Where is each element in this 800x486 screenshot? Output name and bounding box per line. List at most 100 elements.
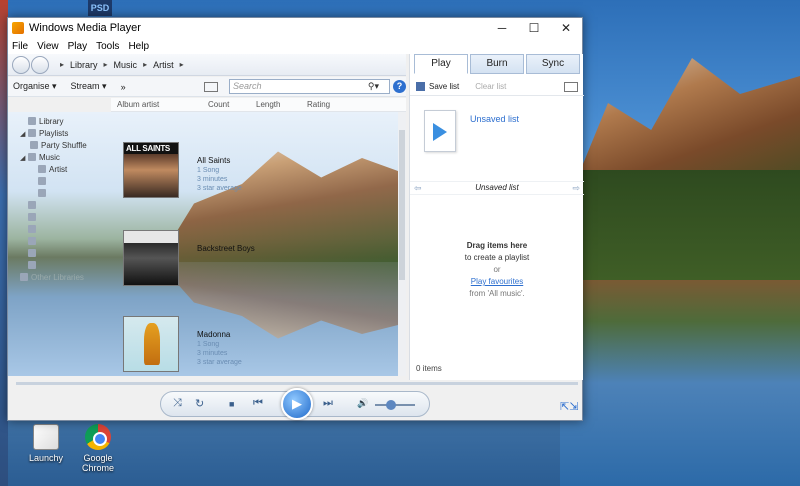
next-button[interactable]: ⏭ bbox=[323, 397, 333, 410]
tree-label: Party Shuffle bbox=[41, 141, 87, 150]
tree-item-other-media[interactable] bbox=[20, 224, 110, 236]
switch-to-now-playing-icon[interactable]: ⇱⇲ bbox=[560, 400, 578, 413]
shuffle-icon[interactable]: ⤨ bbox=[173, 397, 182, 410]
minimize-button[interactable]: ─ bbox=[486, 18, 518, 38]
volume-knob[interactable] bbox=[386, 400, 396, 410]
tree-item-playlists[interactable]: ◢ Playlists bbox=[20, 128, 110, 140]
column-count[interactable]: Count bbox=[208, 100, 229, 109]
menu-file[interactable]: File bbox=[12, 41, 28, 52]
save-icon bbox=[416, 82, 425, 91]
album-item[interactable]: Backstreet Boys bbox=[123, 230, 398, 290]
expand-arrow-icon[interactable]: ◢ bbox=[20, 129, 28, 141]
organise-button[interactable]: Organise ▾ bbox=[13, 81, 57, 92]
repeat-icon[interactable]: ↻ bbox=[195, 397, 204, 410]
album-artist: All Saints bbox=[197, 156, 231, 165]
tree-item-ratings[interactable] bbox=[20, 248, 110, 260]
vertical-scrollbar[interactable] bbox=[398, 112, 406, 376]
previous-button[interactable]: ⏮ bbox=[253, 397, 263, 410]
menu-help[interactable]: Help bbox=[128, 41, 149, 52]
arrow-right-icon[interactable]: ⇨ bbox=[572, 182, 580, 194]
column-album-artist[interactable]: Album artist bbox=[117, 100, 159, 109]
tree-item-library[interactable]: Library bbox=[20, 116, 110, 128]
view-options-icon[interactable] bbox=[204, 82, 218, 92]
maximize-button[interactable]: ☐ bbox=[518, 18, 550, 38]
desktop-icon-chrome[interactable]: Google Chrome bbox=[78, 424, 118, 473]
chevron-right-icon: ▸ bbox=[60, 60, 65, 69]
unsaved-list-title[interactable]: Unsaved list bbox=[470, 114, 519, 124]
tree-label: Playlists bbox=[39, 129, 69, 138]
seek-bar[interactable] bbox=[16, 382, 578, 385]
column-length[interactable]: Length bbox=[256, 100, 280, 109]
tree-item-party-shuffle[interactable]: Party Shuffle bbox=[20, 140, 110, 152]
chevron-right-icon[interactable]: ▸ bbox=[180, 60, 184, 69]
artist-icon bbox=[38, 165, 46, 173]
tab-play[interactable]: Play bbox=[414, 54, 468, 74]
album-cover[interactable] bbox=[123, 316, 179, 372]
breadcrumb-library[interactable]: Library bbox=[70, 60, 98, 70]
list-toolbar: Save list Clear list bbox=[410, 78, 584, 96]
menu-tools[interactable]: Tools bbox=[96, 41, 119, 52]
stream-button[interactable]: Stream ▾ bbox=[71, 81, 107, 92]
title-bar[interactable]: Windows Media Player ─ ☐ ✕ bbox=[8, 18, 582, 38]
album-cover[interactable] bbox=[123, 142, 179, 198]
list-name: Unsaved list bbox=[475, 183, 519, 192]
forward-button[interactable] bbox=[31, 55, 49, 74]
chevron-right-icon[interactable]: ▸ bbox=[104, 60, 108, 69]
album-item[interactable]: All Saints 1 Song 3 minutes 3 star avera… bbox=[123, 142, 398, 202]
items-count: 0 items bbox=[416, 364, 442, 373]
tree-item-artist[interactable]: Artist bbox=[20, 164, 110, 176]
scrollbar-thumb[interactable] bbox=[399, 130, 405, 280]
play-favourites-link[interactable]: Play favourites bbox=[410, 276, 584, 288]
menu-play[interactable]: Play bbox=[68, 41, 87, 52]
launchy-icon bbox=[33, 424, 59, 450]
photoshop-desktop-icon[interactable]: PSD bbox=[88, 0, 112, 16]
search-input[interactable]: Search ⚲▾ bbox=[229, 79, 390, 94]
tree-item-recorded-tv[interactable] bbox=[20, 236, 110, 248]
album-rating: 3 star average bbox=[197, 185, 242, 192]
tree-label: Library bbox=[39, 117, 64, 126]
tree-item-genre[interactable] bbox=[20, 188, 110, 200]
play-button[interactable]: ▶ bbox=[281, 388, 313, 420]
album-count: 1 Song bbox=[197, 167, 220, 174]
drag-hint-subtitle: to create a playlist bbox=[464, 253, 530, 262]
tree-item-music[interactable]: ◢ Music bbox=[20, 152, 110, 164]
media-player-window: Windows Media Player ─ ☐ ✕ File View Pla… bbox=[7, 17, 584, 421]
desktop-icon-launchy[interactable]: Launchy bbox=[26, 424, 66, 463]
tab-sync[interactable]: Sync bbox=[526, 54, 580, 74]
mute-button[interactable]: 🔊 bbox=[357, 398, 368, 409]
tree-item-videos[interactable] bbox=[20, 200, 110, 212]
menu-view[interactable]: View bbox=[37, 41, 59, 52]
breadcrumb-music[interactable]: Music bbox=[114, 60, 138, 70]
playlist-icon bbox=[424, 110, 456, 152]
tree-item-other-library[interactable] bbox=[20, 260, 110, 272]
tree-item-album[interactable] bbox=[20, 176, 110, 188]
pictures-icon bbox=[28, 213, 36, 221]
chevron-right-icon[interactable]: ▸ bbox=[143, 60, 147, 69]
list-tabs: Play Burn Sync bbox=[414, 54, 582, 74]
close-button[interactable]: ✕ bbox=[550, 18, 582, 38]
clear-list-button[interactable]: Clear list bbox=[475, 82, 506, 91]
help-icon[interactable]: ? bbox=[393, 80, 406, 93]
more-button[interactable]: » bbox=[121, 82, 126, 92]
playback-controls: ⤨ ↻ ■ ⏮ ▶ ⏭ 🔊 bbox=[160, 388, 430, 420]
search-icon[interactable]: ⚲▾ bbox=[368, 80, 379, 93]
tree-item-pictures[interactable] bbox=[20, 212, 110, 224]
arrow-left-icon[interactable]: ⇦ bbox=[414, 182, 422, 194]
expand-arrow-icon[interactable]: ◢ bbox=[20, 153, 28, 165]
breadcrumb-artist[interactable]: Artist bbox=[153, 60, 174, 70]
album-icon bbox=[38, 177, 46, 185]
breadcrumb: ▸ Library ▸ Music ▸ Artist ▸ bbox=[60, 60, 190, 70]
tab-burn[interactable]: Burn bbox=[470, 54, 524, 74]
drag-hint-source: from 'All music'. bbox=[469, 289, 525, 298]
recorded-tv-icon bbox=[28, 237, 36, 245]
list-name-bar: ⇦ Unsaved list ⇨ bbox=[410, 181, 584, 195]
other-media-icon bbox=[28, 225, 36, 233]
back-button[interactable] bbox=[12, 55, 30, 74]
column-rating[interactable]: Rating bbox=[307, 100, 330, 109]
tree-item-other-libraries[interactable]: Other Libraries bbox=[20, 272, 110, 284]
save-list-button[interactable]: Save list bbox=[429, 82, 459, 91]
album-item[interactable]: Madonna 1 Song 3 minutes 3 star average bbox=[123, 316, 398, 376]
album-cover[interactable] bbox=[123, 230, 179, 286]
list-options-icon[interactable] bbox=[564, 82, 578, 92]
stop-button[interactable]: ■ bbox=[229, 399, 234, 409]
